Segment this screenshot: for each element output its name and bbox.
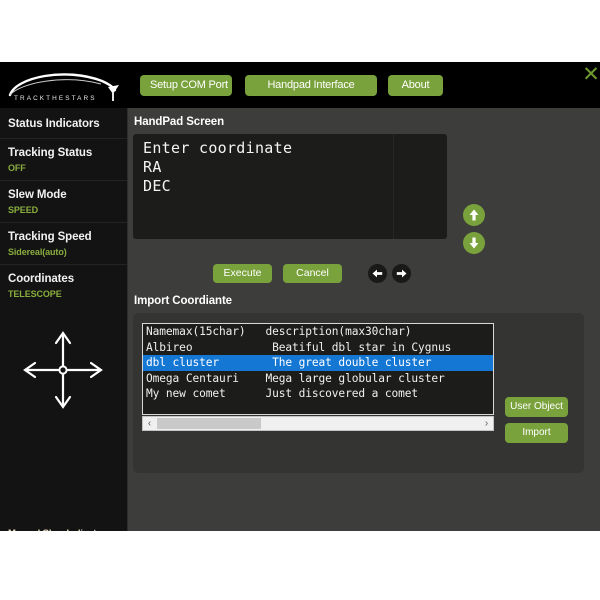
tracking-speed-value: Sidereal(auto) [8, 247, 127, 258]
tracking-status-label: Tracking Status [8, 145, 127, 161]
status-indicators-heading: Status Indicators [8, 116, 127, 132]
handpad-screen-text: Enter coordinate RA DEC [143, 139, 292, 196]
sidebar-item-coordinates: Coordinates TELESCOPE [0, 265, 127, 306]
arrow-down-icon[interactable] [463, 232, 485, 254]
manual-slew-indicator-cross [18, 326, 108, 414]
arrow-left-icon[interactable] [368, 264, 387, 283]
list-item[interactable]: Namemax(15char) description(max30char) [143, 324, 493, 340]
execute-button[interactable]: Execute [213, 264, 272, 283]
status-sidebar: Status Indicators Tracking Status OFF Sl… [0, 108, 128, 531]
scroll-right-icon[interactable]: › [480, 417, 493, 430]
sidebar-item-tracking-speed: Tracking Speed Sidereal(auto) [0, 223, 127, 265]
tracking-status-value: OFF [8, 163, 127, 174]
list-item[interactable]: Albireo Beatiful dbl star in Cygnus [143, 340, 493, 356]
sidebar-item-tracking-status: Tracking Status OFF [0, 139, 127, 181]
scrollbar-thumb[interactable] [157, 418, 261, 429]
slew-mode-label: Slew Mode [8, 187, 127, 203]
handpad-interface-button[interactable]: Handpad Interface [245, 75, 377, 96]
main-content-area: HandPad Screen Enter coordinate RA DEC [128, 108, 600, 531]
import-button[interactable]: Import [505, 423, 568, 443]
arrow-right-icon[interactable] [392, 264, 411, 283]
coordinate-list[interactable]: Namemax(15char) description(max30char) A… [142, 323, 494, 415]
horizontal-scrollbar[interactable]: ‹ › [142, 416, 494, 431]
top-navigation-bar: TRACKTHESTARS Setup COM Port Handpad Int… [0, 62, 600, 108]
list-item[interactable]: My new comet Just discovered a comet [143, 386, 493, 402]
list-item[interactable]: dbl cluster The great double cluster [143, 355, 493, 371]
setup-com-port-button[interactable]: Setup COM Port [140, 75, 232, 96]
handpad-screen-title: HandPad Screen [134, 116, 224, 128]
handpad-line-2: RA [143, 158, 292, 177]
about-button[interactable]: About [388, 75, 443, 96]
coordinates-label: Coordinates [8, 271, 127, 287]
arrow-up-icon[interactable] [463, 204, 485, 226]
trackthestars-logo: TRACKTHESTARS [6, 67, 124, 105]
screen-column-divider [393, 134, 394, 239]
manual-slew-indicators-label: Manual Slew Indicators [8, 528, 111, 531]
handpad-line-1: Enter coordinate [143, 139, 292, 158]
import-coordinate-title: Import Coordiante [134, 295, 232, 307]
slew-mode-value: SPEED [8, 205, 127, 216]
handpad-panel: HandPad Screen Enter coordinate RA DEC [133, 116, 593, 291]
list-item[interactable]: Omega Centauri Mega large globular clust… [143, 371, 493, 387]
sidebar-section-status-indicators: Status Indicators [0, 108, 127, 139]
sidebar-item-slew-mode: Slew Mode SPEED [0, 181, 127, 223]
logo-wordmark: TRACKTHESTARS [14, 95, 97, 102]
handpad-line-3: DEC [143, 177, 292, 196]
application-window: TRACKTHESTARS Setup COM Port Handpad Int… [0, 62, 600, 531]
user-object-button[interactable]: User Object [505, 397, 568, 417]
import-coordinate-panel: Namemax(15char) description(max30char) A… [133, 313, 584, 473]
cancel-button[interactable]: Cancel [283, 264, 342, 283]
close-icon[interactable]: ✕ [580, 64, 600, 86]
tracking-speed-label: Tracking Speed [8, 229, 127, 245]
coordinates-value: TELESCOPE [8, 289, 127, 300]
handpad-screen-display[interactable]: Enter coordinate RA DEC [133, 134, 447, 239]
scroll-left-icon[interactable]: ‹ [143, 417, 156, 430]
